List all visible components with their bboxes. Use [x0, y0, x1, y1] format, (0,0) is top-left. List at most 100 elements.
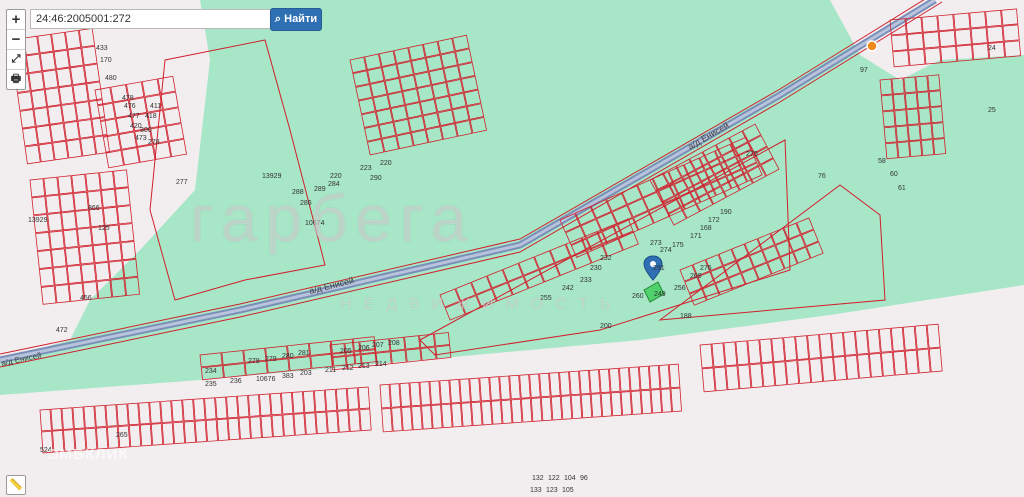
fullscreen-button[interactable]: ⤢: [7, 50, 25, 70]
parcel: [909, 140, 923, 158]
parcel-number: 273: [650, 240, 662, 247]
parcel-number: 205: [340, 348, 352, 355]
parcel: [308, 340, 332, 356]
parcel-number: 24: [988, 45, 996, 52]
parcel: [463, 89, 482, 107]
parcel: [440, 51, 458, 69]
parcel-number: 211: [325, 367, 336, 374]
parcel-number: 125: [98, 225, 110, 232]
parcel: [927, 74, 941, 92]
watermark-corner: ЭМБКЛИК: [48, 446, 129, 463]
parcel: [384, 77, 403, 95]
parcel-number: 476: [124, 103, 136, 110]
parcel-number: 480: [105, 75, 117, 82]
search-input[interactable]: 24:46:2005001:272: [30, 9, 278, 29]
zoom-out-button[interactable]: −: [7, 30, 25, 50]
parcel-number: 172: [708, 217, 720, 224]
parcel-number: 206: [358, 345, 370, 352]
parcel: [361, 111, 379, 128]
parcel: [431, 82, 449, 99]
parcel: [366, 138, 385, 156]
parcel-number: 168: [700, 225, 712, 232]
search-button[interactable]: ⌕ Найти: [270, 8, 322, 31]
parcel-number: 242: [562, 285, 574, 292]
parcel: [425, 126, 444, 143]
parcel-number: 220: [330, 173, 342, 180]
parcel-number: 418: [145, 113, 157, 120]
parcel: [428, 68, 447, 85]
search-icon: ⌕: [274, 13, 282, 25]
parcel: [402, 88, 420, 105]
parcel-number: 133: [530, 487, 542, 494]
parcel-number: 256: [674, 285, 686, 292]
parcel: [449, 92, 467, 110]
print-button[interactable]: 🖶: [7, 70, 25, 89]
parcel-number: 10676: [256, 376, 276, 383]
parcel-number: 170: [100, 57, 112, 64]
parcel: [408, 115, 426, 133]
parcel: [433, 332, 451, 347]
parcel: [921, 139, 935, 156]
parcel: [393, 47, 411, 64]
parcel-number: 13929: [262, 173, 282, 180]
cadastral-map[interactable]: а/д Енисей а/д Енисей а/д Енисей 4331704…: [0, 0, 1024, 497]
parcel-number: 61: [898, 185, 906, 192]
parcel: [437, 37, 455, 55]
zoom-in-button[interactable]: +: [7, 10, 25, 30]
parcel: [414, 71, 432, 89]
parcel: [879, 78, 893, 96]
parcel: [381, 64, 400, 81]
parcel-number: 208: [388, 340, 400, 347]
parcel-number: 188: [680, 313, 692, 320]
parcel: [396, 132, 414, 150]
parcel: [411, 57, 429, 75]
parcel: [452, 106, 470, 123]
parcel: [458, 62, 476, 79]
parcel-number: 260: [632, 293, 644, 300]
parcel-number: 25: [988, 107, 996, 114]
parcel: [375, 108, 394, 125]
parcel-number: 96: [580, 475, 588, 482]
map-controls: + − ⤢ 🖶: [6, 9, 26, 90]
parcel: [404, 335, 421, 350]
parcel-number: 411: [150, 103, 161, 110]
parcel-number: 175: [672, 242, 684, 249]
parcel: [895, 125, 909, 143]
parcel: [367, 67, 385, 84]
parcel: [405, 348, 422, 363]
parcel-number: 132: [532, 475, 544, 482]
parcel-number: 230: [590, 265, 602, 272]
parcel: [390, 105, 408, 122]
road-name-label-1: а/д Енисей: [308, 275, 355, 296]
parcel-number: 300: [140, 127, 152, 134]
parcel-number: 58: [878, 158, 886, 165]
ruler-button[interactable]: 📏: [6, 475, 26, 495]
parcel-number: 214: [375, 361, 387, 368]
parcel-number: 472: [56, 327, 68, 334]
parcel: [466, 103, 485, 120]
parcel-number: 477: [128, 113, 140, 120]
parcel: [434, 95, 452, 113]
parcel: [408, 44, 426, 61]
parcel: [222, 362, 246, 379]
parcel-block: [349, 34, 488, 156]
poi-marker-icon[interactable]: [866, 40, 878, 52]
parcel-number: 249: [654, 291, 666, 298]
parcel-number: 203: [300, 370, 312, 377]
parcel-number: 478: [122, 95, 134, 102]
parcel: [919, 123, 933, 141]
parcel-number: 232: [600, 255, 612, 262]
parcel: [393, 118, 411, 136]
parcel-number: 278: [248, 358, 260, 365]
parcel-number: 473: [135, 135, 147, 142]
parcel: [349, 56, 367, 74]
parcel-number: 212: [342, 365, 354, 372]
parcel-number: 236: [230, 378, 242, 385]
parcel: [903, 76, 917, 94]
parcel-number: 223: [360, 165, 372, 172]
parcel-number: 122: [548, 475, 560, 482]
parcel-number: 235: [205, 381, 217, 388]
parcel: [928, 90, 942, 108]
parcel: [352, 70, 370, 87]
parcel: [469, 116, 488, 134]
